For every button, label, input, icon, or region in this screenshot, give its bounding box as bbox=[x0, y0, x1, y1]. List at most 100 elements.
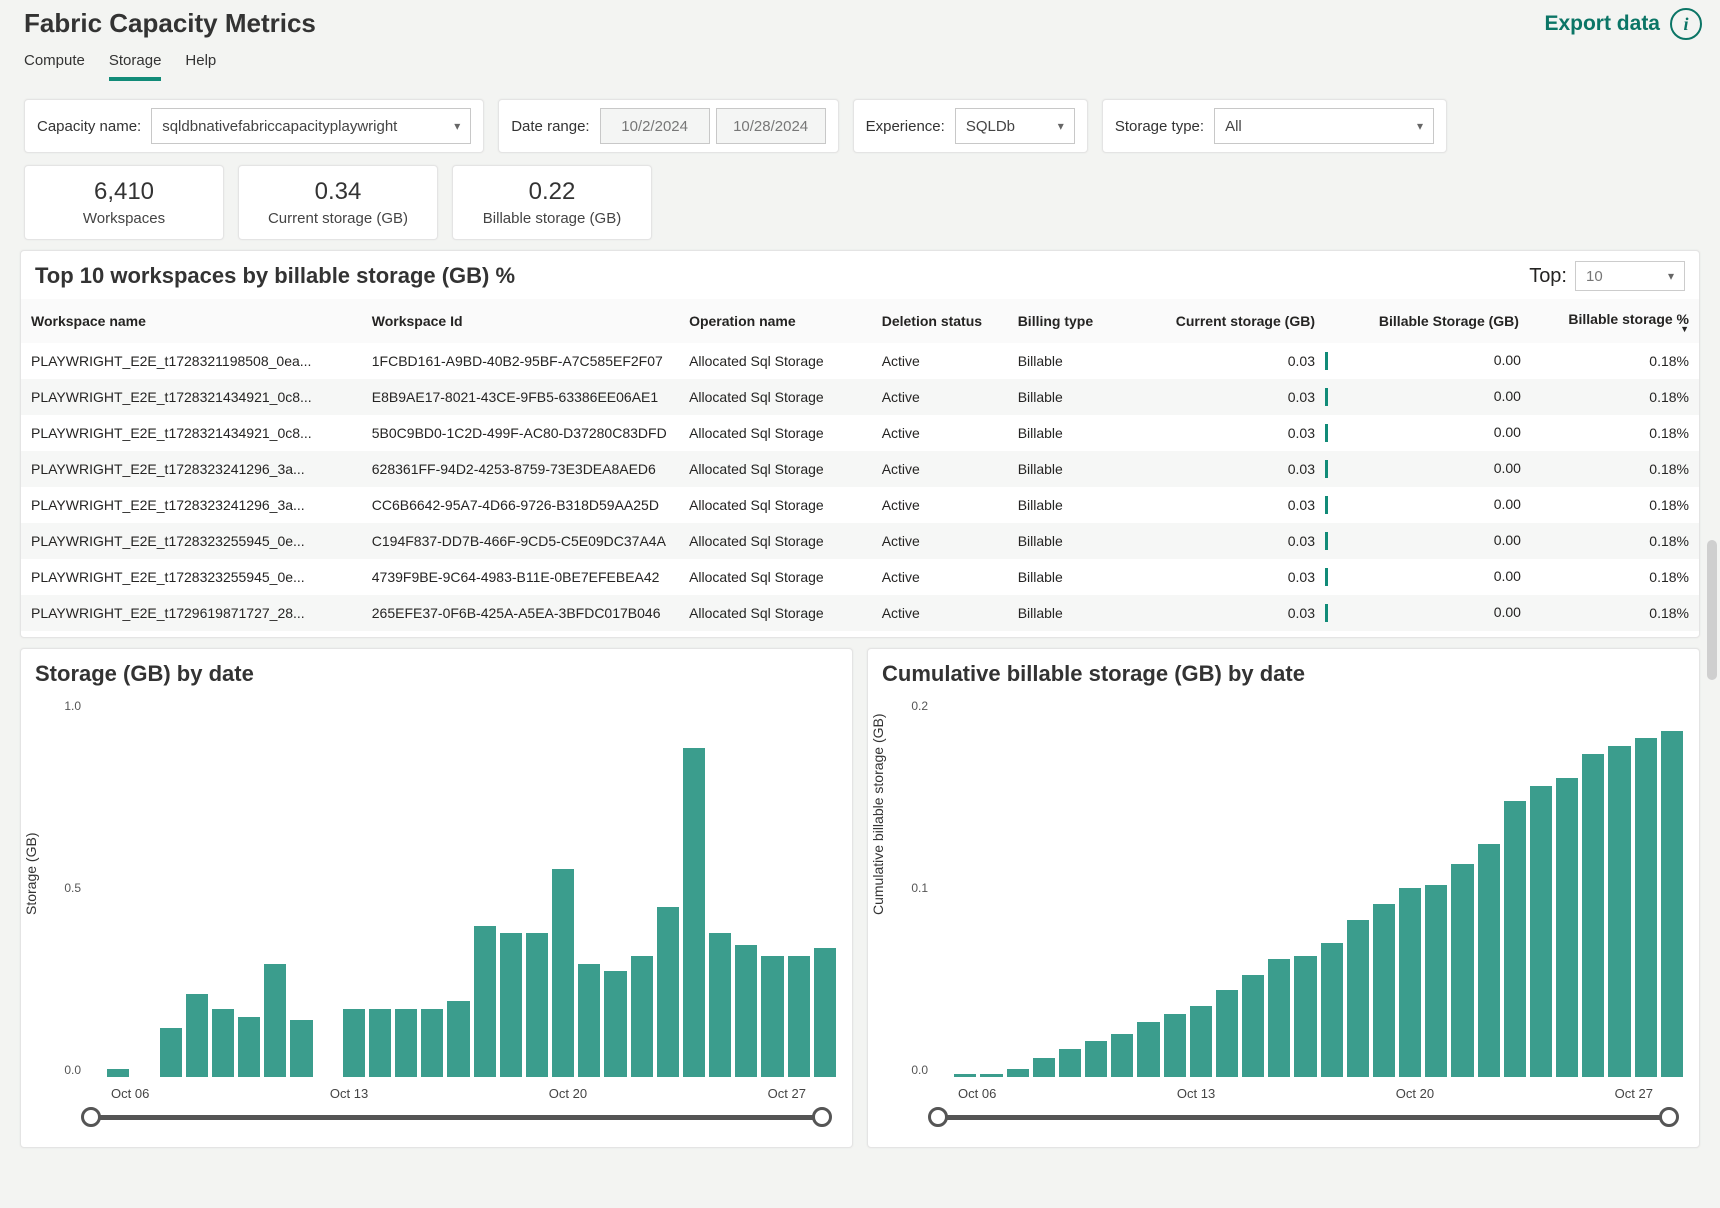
top-n-select[interactable]: 10 ▾ bbox=[1575, 261, 1685, 291]
bar[interactable] bbox=[290, 1020, 312, 1077]
capacity-select[interactable]: sqldbnativefabriccapacityplaywright ▾ bbox=[151, 108, 471, 144]
col-header[interactable]: Current storage (GB) bbox=[1144, 299, 1325, 343]
bar[interactable] bbox=[526, 933, 548, 1077]
bar[interactable] bbox=[657, 907, 679, 1077]
slider-handle-right[interactable] bbox=[1659, 1107, 1679, 1127]
col-header[interactable]: Deletion status bbox=[872, 299, 1008, 343]
bar[interactable] bbox=[421, 1009, 443, 1077]
bar[interactable] bbox=[264, 964, 286, 1077]
table-row[interactable]: PLAYWRIGHT_E2E_t1728321434921_0c8...E8B9… bbox=[21, 379, 1699, 415]
bar[interactable] bbox=[1321, 943, 1343, 1077]
bar[interactable] bbox=[1216, 990, 1238, 1077]
bar[interactable] bbox=[735, 945, 757, 1077]
bar[interactable] bbox=[1033, 1058, 1055, 1077]
bar[interactable] bbox=[552, 869, 574, 1077]
bar[interactable] bbox=[1137, 1022, 1159, 1077]
tab-compute[interactable]: Compute bbox=[24, 46, 85, 81]
kpi-value: 0.22 bbox=[463, 178, 641, 206]
bar[interactable] bbox=[238, 1017, 260, 1077]
bar[interactable] bbox=[1373, 904, 1395, 1077]
col-header[interactable]: Billable storage %▼ bbox=[1529, 299, 1699, 343]
date-range-slider[interactable] bbox=[91, 1105, 822, 1129]
bar[interactable] bbox=[980, 1074, 1002, 1077]
scrollbar[interactable] bbox=[1707, 540, 1717, 680]
col-header[interactable]: Billable Storage (GB) bbox=[1325, 299, 1529, 343]
bar[interactable] bbox=[447, 1001, 469, 1077]
bar[interactable] bbox=[500, 933, 522, 1077]
date-range-slider[interactable] bbox=[938, 1105, 1669, 1129]
bar[interactable] bbox=[709, 933, 731, 1077]
bar[interactable] bbox=[1451, 864, 1473, 1077]
storage-by-date-chart[interactable]: Storage (GB) by dateStorage (GB)1.00.50.… bbox=[20, 648, 853, 1148]
col-header[interactable]: Billing type bbox=[1008, 299, 1144, 343]
kpi-value: 0.34 bbox=[249, 178, 427, 206]
table-row[interactable]: PLAYWRIGHT_E2E_t1728323241296_3a...CC6B6… bbox=[21, 487, 1699, 523]
cell-billgb: 0.00 bbox=[1325, 595, 1529, 631]
bar[interactable] bbox=[631, 956, 653, 1077]
chart-title: Storage (GB) by date bbox=[35, 661, 838, 687]
bar[interactable] bbox=[788, 956, 810, 1077]
cumulative-billable-chart[interactable]: Cumulative billable storage (GB) by date… bbox=[867, 648, 1700, 1148]
bar[interactable] bbox=[212, 1009, 234, 1077]
bar[interactable] bbox=[1111, 1034, 1133, 1077]
cell-curr: 0.03 bbox=[1144, 523, 1325, 559]
bar[interactable] bbox=[814, 948, 836, 1077]
date-start-input[interactable]: 10/2/2024 bbox=[600, 108, 710, 144]
slider-handle-left[interactable] bbox=[81, 1107, 101, 1127]
table-row[interactable]: PLAYWRIGHT_E2E_t1729619871727_28...265EF… bbox=[21, 595, 1699, 631]
table-row[interactable]: PLAYWRIGHT_E2E_t1728321434921_0c8...5B0C… bbox=[21, 415, 1699, 451]
cell-pct: 0.18% bbox=[1529, 343, 1699, 379]
bar[interactable] bbox=[1425, 885, 1447, 1077]
bar[interactable] bbox=[1399, 888, 1421, 1077]
col-header[interactable]: Workspace name bbox=[21, 299, 362, 343]
storage-type-select[interactable]: All ▾ bbox=[1214, 108, 1434, 144]
bar[interactable] bbox=[683, 748, 705, 1077]
bar[interactable] bbox=[107, 1069, 129, 1077]
bar[interactable] bbox=[578, 964, 600, 1077]
bar[interactable] bbox=[1294, 956, 1316, 1077]
bar[interactable] bbox=[1556, 778, 1578, 1077]
bar[interactable] bbox=[1478, 844, 1500, 1077]
bar[interactable] bbox=[369, 1009, 391, 1077]
bar[interactable] bbox=[1085, 1041, 1107, 1077]
col-header[interactable]: Operation name bbox=[679, 299, 872, 343]
bar[interactable] bbox=[1347, 920, 1369, 1078]
bar[interactable] bbox=[160, 1028, 182, 1077]
table-row[interactable]: PLAYWRIGHT_E2E_t1728321198508_0ea...1FCB… bbox=[21, 343, 1699, 379]
bar[interactable] bbox=[1164, 1014, 1186, 1077]
info-icon[interactable]: i bbox=[1670, 8, 1702, 40]
bar[interactable] bbox=[1661, 731, 1683, 1078]
bar[interactable] bbox=[474, 926, 496, 1077]
bar[interactable] bbox=[1582, 754, 1604, 1077]
bar[interactable] bbox=[1059, 1049, 1081, 1077]
bar[interactable] bbox=[1635, 738, 1657, 1077]
bar[interactable] bbox=[954, 1074, 976, 1077]
cell-bill: Billable bbox=[1008, 559, 1144, 595]
experience-select[interactable]: SQLDb ▾ bbox=[955, 108, 1075, 144]
table-row[interactable]: PLAYWRIGHT_E2E_t1728323255945_0e...C194F… bbox=[21, 523, 1699, 559]
bar[interactable] bbox=[395, 1009, 417, 1077]
tab-help[interactable]: Help bbox=[185, 46, 216, 81]
date-end-input[interactable]: 10/28/2024 bbox=[716, 108, 826, 144]
bar[interactable] bbox=[1504, 801, 1526, 1077]
bar[interactable] bbox=[186, 994, 208, 1077]
bar[interactable] bbox=[1530, 786, 1552, 1077]
bar[interactable] bbox=[1268, 959, 1290, 1077]
slider-handle-left[interactable] bbox=[928, 1107, 948, 1127]
table-row[interactable]: PLAYWRIGHT_E2E_t1728323255945_0e...4739F… bbox=[21, 559, 1699, 595]
cell-billgb: 0.00 bbox=[1325, 559, 1529, 595]
bar[interactable] bbox=[1242, 975, 1264, 1077]
bar[interactable] bbox=[604, 971, 626, 1077]
table-row[interactable]: PLAYWRIGHT_E2E_t1728323241296_3a...62836… bbox=[21, 451, 1699, 487]
cell-op: Allocated Sql Storage bbox=[679, 487, 872, 523]
col-header[interactable]: Workspace Id bbox=[362, 299, 679, 343]
bar[interactable] bbox=[1190, 1006, 1212, 1077]
bar[interactable] bbox=[1007, 1069, 1029, 1077]
tab-storage[interactable]: Storage bbox=[109, 46, 162, 81]
bar[interactable] bbox=[343, 1009, 365, 1077]
cell-billgb: 0.00 bbox=[1325, 343, 1529, 379]
bar[interactable] bbox=[761, 956, 783, 1077]
slider-handle-right[interactable] bbox=[812, 1107, 832, 1127]
export-data-link[interactable]: Export data bbox=[1544, 12, 1660, 36]
bar[interactable] bbox=[1608, 746, 1630, 1077]
